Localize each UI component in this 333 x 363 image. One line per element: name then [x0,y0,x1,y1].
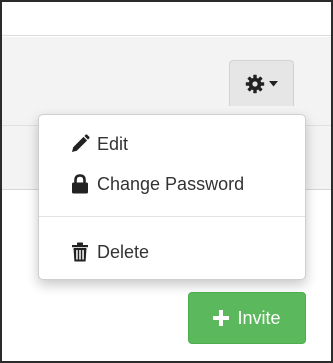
invite-button-label: Invite [237,307,281,328]
caret-down-icon [269,80,278,87]
menu-item-change-password[interactable]: Change Password [39,166,305,202]
gear-icon [245,74,265,94]
menu-item-delete-label: Delete [97,241,150,262]
top-band [2,2,331,36]
menu-item-delete[interactable]: Delete [39,234,305,270]
invite-button[interactable]: Invite [188,292,306,344]
menu-divider [39,216,305,217]
menu-item-edit[interactable]: Edit [39,126,305,162]
plus-icon [213,304,230,330]
menu-item-edit-label: Edit [97,133,129,154]
trash-icon [69,242,91,262]
lock-icon [69,174,91,194]
app-frame: Edit Change Password Delete Invite [0,0,333,363]
settings-dropdown-toggle[interactable] [229,60,294,106]
pencil-icon [69,134,91,154]
settings-dropdown-menu: Edit Change Password Delete [38,114,306,280]
menu-item-change-password-label: Change Password [97,173,245,194]
